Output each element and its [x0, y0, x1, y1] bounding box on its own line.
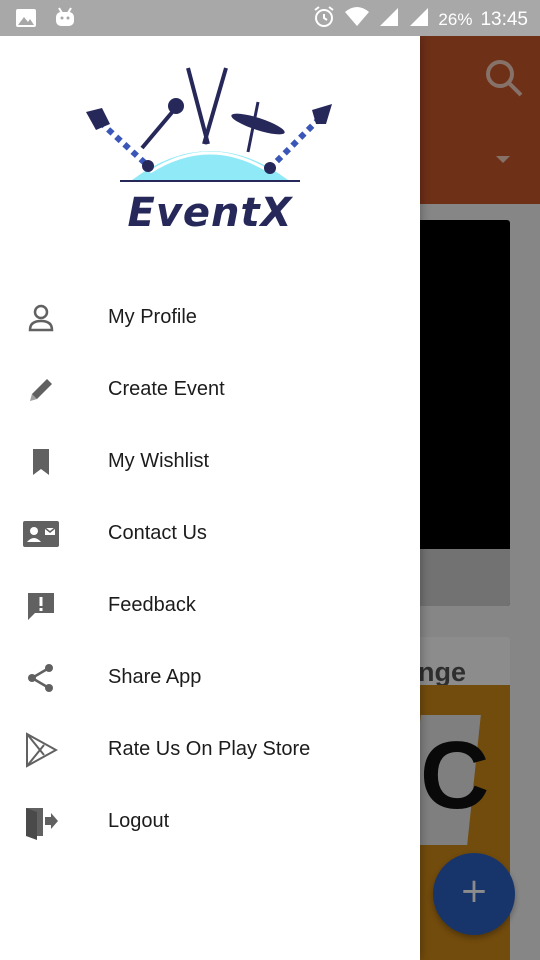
menu-item-logout[interactable]: Logout — [0, 786, 420, 858]
menu-item-share-app[interactable]: Share App — [0, 642, 420, 714]
menu-item-create-event[interactable]: Create Event — [0, 354, 420, 426]
logo-graphic — [86, 67, 332, 182]
menu-item-contact-us[interactable]: Contact Us — [0, 498, 420, 570]
status-bar: 26% 13:45 — [0, 0, 540, 36]
app-logo: EventX — [80, 62, 340, 252]
menu-item-label: My Wishlist — [108, 450, 210, 472]
menu-item-label: Logout — [108, 810, 170, 832]
play-store-icon — [22, 732, 60, 768]
pencil-icon — [22, 372, 60, 408]
navigation-drawer: EventX My Profile Create Event My Wishli… — [0, 36, 420, 960]
menu-item-feedback[interactable]: Feedback — [0, 570, 420, 642]
share-icon — [22, 660, 60, 696]
android-icon — [54, 6, 76, 35]
drawer-menu: My Profile Create Event My Wishlist Cont… — [0, 282, 420, 858]
menu-item-rate-us[interactable]: Rate Us On Play Store — [0, 714, 420, 786]
image-icon — [14, 6, 38, 35]
menu-item-label: Contact Us — [108, 522, 207, 544]
menu-item-label: Share App — [108, 666, 202, 688]
status-right-icons: 26% 13:45 — [312, 5, 528, 34]
person-icon — [22, 300, 60, 336]
logout-icon — [22, 804, 60, 840]
menu-item-my-profile[interactable]: My Profile — [0, 282, 420, 354]
menu-item-my-wishlist[interactable]: My Wishlist — [0, 426, 420, 498]
menu-item-label: My Profile — [108, 306, 197, 328]
wifi-icon — [344, 6, 370, 33]
menu-item-label: Create Event — [108, 378, 225, 400]
status-left-icons — [14, 6, 76, 35]
signal-icon — [408, 6, 430, 33]
app-name: EventX — [127, 190, 293, 236]
contact-card-icon — [22, 516, 60, 552]
clock-time: 13:45 — [480, 8, 528, 30]
menu-item-label: Feedback — [108, 594, 196, 616]
signal-icon — [378, 6, 400, 33]
battery-percent: 26% — [438, 9, 473, 29]
feedback-icon — [22, 588, 60, 624]
bookmark-icon — [22, 444, 60, 480]
alarm-icon — [312, 5, 336, 34]
menu-item-label: Rate Us On Play Store — [108, 738, 311, 760]
